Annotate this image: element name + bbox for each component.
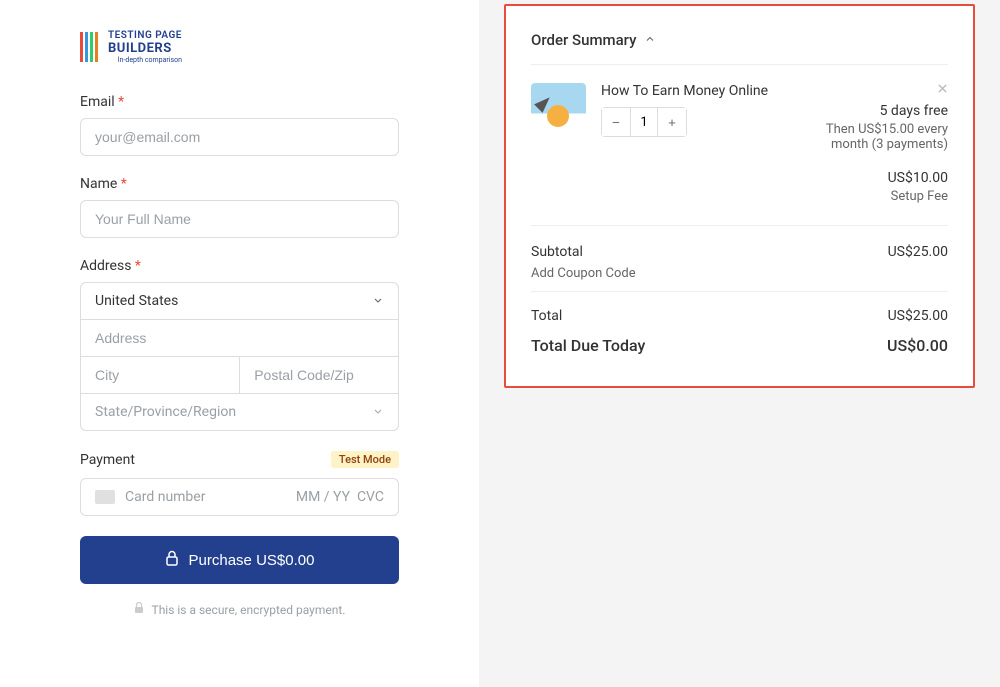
product-image: [531, 83, 586, 138]
name-label: Name *: [80, 176, 399, 192]
subtotal-label: Subtotal: [531, 244, 583, 260]
lock-icon: [165, 550, 179, 570]
due-today-label: Total Due Today: [531, 336, 645, 355]
lock-small-icon: [134, 602, 144, 617]
qty-decrease-button[interactable]: −: [602, 108, 630, 136]
product-title: How To Earn Money Online: [601, 83, 798, 99]
product-row: How To Earn Money Online − 1 + 5 days fr…: [531, 65, 948, 226]
logo: TESTING PAGE BUILDERS In-depth compariso…: [80, 30, 399, 64]
test-mode-badge: Test Mode: [331, 451, 399, 468]
order-summary: Order Summary How To Earn Money Online −…: [504, 4, 975, 388]
name-field[interactable]: [80, 200, 399, 238]
quantity-stepper: − 1 +: [601, 107, 687, 137]
card-icon: [95, 490, 115, 504]
logo-tagline: In-depth comparison: [108, 56, 182, 64]
region-select[interactable]: State/Province/Region: [80, 394, 399, 431]
address-label: Address *: [80, 258, 399, 274]
qty-increase-button[interactable]: +: [658, 108, 686, 136]
card-input[interactable]: Card number MM / YY CVC: [80, 478, 399, 516]
total-value: US$25.00: [888, 308, 948, 324]
recurring-text: Then US$15.00 every month (3 payments): [798, 122, 948, 152]
city-field[interactable]: [80, 357, 239, 394]
country-select[interactable]: United States: [80, 282, 399, 320]
purchase-button[interactable]: Purchase US$0.00: [80, 536, 399, 584]
logo-line2: BUILDERS: [108, 41, 182, 56]
remove-item-button[interactable]: [798, 83, 948, 98]
logo-line1: TESTING PAGE: [108, 30, 182, 41]
payment-label: Payment: [80, 452, 135, 468]
total-label: Total: [531, 308, 562, 324]
setup-label: Setup Fee: [798, 189, 948, 204]
region-placeholder: State/Province/Region: [81, 394, 398, 430]
card-number-placeholder: Card number: [125, 489, 296, 505]
qty-value: 1: [630, 108, 658, 136]
chevron-up-icon: [644, 31, 656, 49]
summary-title: Order Summary: [531, 31, 636, 49]
purchase-button-label: Purchase US$0.00: [189, 552, 315, 569]
trial-text: 5 days free: [798, 103, 948, 119]
address-field[interactable]: [80, 320, 399, 357]
setup-price: US$10.00: [798, 170, 948, 186]
due-today-value: US$0.00: [887, 336, 948, 355]
email-field[interactable]: [80, 118, 399, 156]
summary-header[interactable]: Order Summary: [531, 31, 948, 65]
email-label: Email *: [80, 94, 399, 110]
subtotal-value: US$25.00: [888, 244, 948, 260]
secure-note: This is a secure, encrypted payment.: [80, 602, 399, 617]
country-value: United States: [81, 283, 398, 319]
coupon-link[interactable]: Add Coupon Code: [531, 266, 948, 281]
postal-field[interactable]: [239, 357, 399, 394]
